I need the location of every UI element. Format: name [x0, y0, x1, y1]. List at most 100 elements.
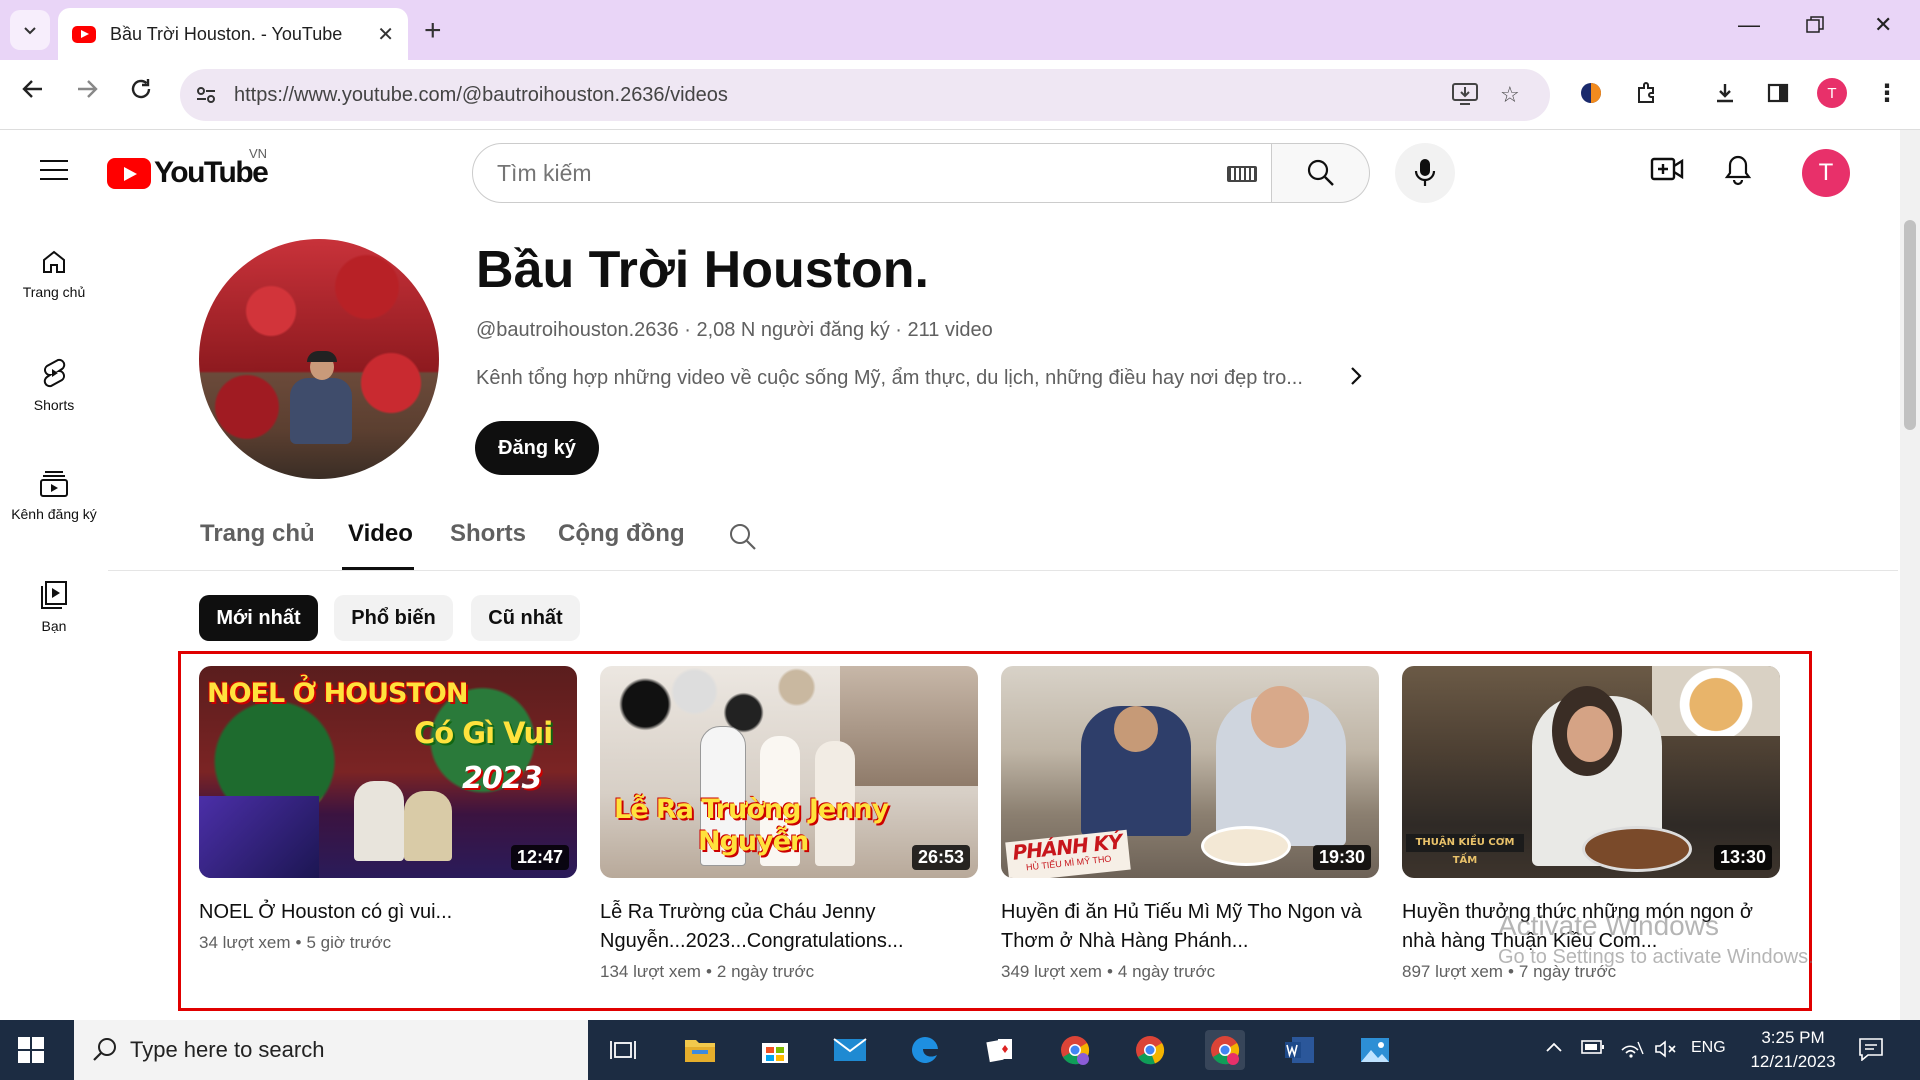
keyboard-icon[interactable]: [1227, 166, 1257, 182]
video-duration: 12:47: [510, 845, 569, 870]
photos-icon[interactable]: [1355, 1030, 1395, 1070]
extensions-puzzle-icon[interactable]: [1632, 78, 1662, 108]
install-app-icon[interactable]: [1452, 82, 1478, 112]
voice-search-button[interactable]: [1395, 143, 1455, 203]
browser-profile-avatar[interactable]: T: [1817, 78, 1847, 108]
page-scrollbar[interactable]: [1900, 130, 1920, 1020]
tab-home[interactable]: Trang chủ: [200, 520, 315, 548]
video-title[interactable]: Lễ Ra Trường của Cháu Jenny Nguyễn...202…: [600, 898, 978, 956]
search-input[interactable]: [497, 159, 1197, 187]
thumb-sign-text: THUẬN KIỀU CƠM TẤM: [1415, 837, 1515, 866]
browser-toolbar: https://www.youtube.com/@bautroihouston.…: [0, 60, 1920, 130]
subscriptions-icon: [40, 471, 68, 497]
volume-muted-icon[interactable]: [1654, 1040, 1678, 1063]
video-card[interactable]: NOEL Ở HOUSTON Có Gì Vui 2023 12:47 NOEL…: [199, 666, 577, 953]
side-panel-icon[interactable]: [1763, 78, 1793, 108]
view-count: 134 lượt xem: [600, 962, 701, 981]
guide-label: Trang chủ: [22, 284, 86, 300]
restore-button[interactable]: [1806, 14, 1824, 40]
guide-item-shorts[interactable]: Shorts: [0, 357, 108, 415]
windows-taskbar: Type here to search ENG 3:25 PM 12/21/20…: [0, 1020, 1920, 1080]
video-thumbnail[interactable]: PHÁNH KÝ HỦ TIẾU MÌ MỸ THO 19:30: [1001, 666, 1379, 878]
video-title[interactable]: NOEL Ở Houston có gì vui...: [199, 898, 577, 927]
browser-menu-icon[interactable]: ⋮: [1872, 78, 1902, 108]
chip-oldest[interactable]: Cũ nhất: [471, 595, 580, 641]
chip-popular[interactable]: Phổ biến: [334, 595, 453, 641]
bookmark-star-icon[interactable]: ☆: [1500, 82, 1520, 108]
view-count: 349 lượt xem: [1001, 962, 1102, 981]
youtube-play-logo-icon: [107, 157, 151, 189]
guide-item-you[interactable]: Bạn: [0, 580, 108, 636]
tab-title: Bầu Trời Houston. - YouTube: [110, 23, 343, 44]
description-more-chevron-icon[interactable]: [1348, 364, 1364, 395]
tab-shorts[interactable]: Shorts: [450, 520, 526, 548]
wifi-icon[interactable]: [1620, 1038, 1644, 1063]
notifications-button[interactable]: [1724, 154, 1752, 191]
tab-close-icon[interactable]: ✕: [377, 22, 394, 47]
taskbar-search-box[interactable]: Type here to search: [74, 1020, 588, 1080]
extension-orange-icon[interactable]: [1576, 78, 1606, 108]
video-thumbnail[interactable]: THUẬN KIỀU CƠM TẤM 13:30: [1402, 666, 1780, 878]
thumb-text-line2: Có Gì Vui: [414, 716, 553, 750]
search-icon: [730, 524, 756, 550]
thumb-text-line1: Lễ Ra Trường Jenny: [614, 794, 889, 825]
search-button[interactable]: [1272, 143, 1370, 203]
scrollbar-thumb[interactable]: [1904, 220, 1916, 430]
video-thumbnail[interactable]: Lễ Ra Trường Jenny Nguyễn 26:53: [600, 666, 978, 878]
action-center-icon[interactable]: [1858, 1037, 1884, 1066]
reload-button[interactable]: [128, 76, 154, 109]
create-video-button[interactable]: [1650, 154, 1684, 189]
system-clock[interactable]: 3:25 PM 12/21/2023: [1745, 1026, 1841, 1074]
guide-item-subscriptions[interactable]: Kênh đăng ký: [0, 470, 108, 524]
video-card[interactable]: Lễ Ra Trường Jenny Nguyễn 26:53 Lễ Ra Tr…: [600, 666, 978, 982]
new-tab-button[interactable]: +: [424, 14, 442, 48]
forward-button[interactable]: [74, 76, 100, 109]
guide-item-home[interactable]: Trang chủ: [0, 248, 108, 302]
battery-icon[interactable]: [1581, 1040, 1605, 1059]
channel-meta: @bautroihouston.2636 · 2,08 N người đăng…: [476, 319, 993, 341]
chevron-down-icon: [24, 27, 36, 35]
edge-browser-icon[interactable]: [905, 1030, 945, 1070]
windows-start-icon[interactable]: [18, 1037, 44, 1063]
back-button[interactable]: [20, 76, 46, 109]
minimize-button[interactable]: —: [1738, 12, 1760, 38]
hamburger-menu-icon[interactable]: [40, 160, 68, 187]
view-count: 897 lượt xem: [1402, 962, 1503, 981]
downloads-icon[interactable]: [1710, 78, 1740, 108]
restore-icon: [1806, 16, 1824, 33]
youtube-logo[interactable]: YouTube VN: [107, 146, 269, 190]
site-settings-icon[interactable]: [194, 83, 218, 107]
word-icon[interactable]: [1280, 1030, 1320, 1070]
search-icon: [1307, 159, 1334, 186]
tray-chevron-up-icon[interactable]: [1545, 1040, 1563, 1058]
channel-search-button[interactable]: [728, 522, 758, 557]
chrome-icon[interactable]: [1130, 1030, 1170, 1070]
input-language[interactable]: ENG: [1691, 1039, 1726, 1057]
thumb-person-head: [1114, 706, 1158, 752]
subscribe-button[interactable]: Đăng ký: [475, 421, 599, 475]
thumb-bowl: [1582, 826, 1692, 872]
mail-icon[interactable]: [830, 1030, 870, 1070]
tab-search-button[interactable]: [10, 10, 50, 50]
browser-tab-youtube[interactable]: Bầu Trời Houston. - YouTube ✕: [58, 8, 408, 60]
channel-description[interactable]: Kênh tổng hợp những video về cuộc sống M…: [476, 367, 1303, 390]
view-count: 34 lượt xem: [199, 933, 291, 952]
home-icon: [43, 250, 65, 273]
microsoft-store-icon[interactable]: [755, 1030, 795, 1070]
tab-videos[interactable]: Video: [348, 520, 413, 548]
chip-latest[interactable]: Mới nhất: [199, 595, 318, 641]
video-card[interactable]: PHÁNH KÝ HỦ TIẾU MÌ MỸ THO 19:30 Huyền đ…: [1001, 666, 1379, 982]
address-bar[interactable]: https://www.youtube.com/@bautroihouston.…: [180, 69, 1550, 121]
task-view-icon[interactable]: [603, 1030, 643, 1070]
video-thumbnail[interactable]: NOEL Ở HOUSTON Có Gì Vui 2023 12:47: [199, 666, 577, 878]
arrow-right-icon: [78, 80, 98, 98]
account-avatar[interactable]: T: [1802, 149, 1850, 197]
video-title[interactable]: Huyền đi ăn Hủ Tiếu Mì Mỹ Tho Ngon và Th…: [1001, 898, 1379, 956]
close-window-button[interactable]: ✕: [1874, 12, 1892, 38]
solitaire-cards-icon[interactable]: [980, 1030, 1020, 1070]
tab-community[interactable]: Cộng đồng: [558, 520, 685, 548]
clock-time: 3:25 PM: [1761, 1028, 1825, 1047]
file-explorer-icon[interactable]: [680, 1030, 720, 1070]
chrome-profile-t-icon[interactable]: [1205, 1030, 1245, 1070]
chrome-profile-1-icon[interactable]: [1055, 1030, 1095, 1070]
